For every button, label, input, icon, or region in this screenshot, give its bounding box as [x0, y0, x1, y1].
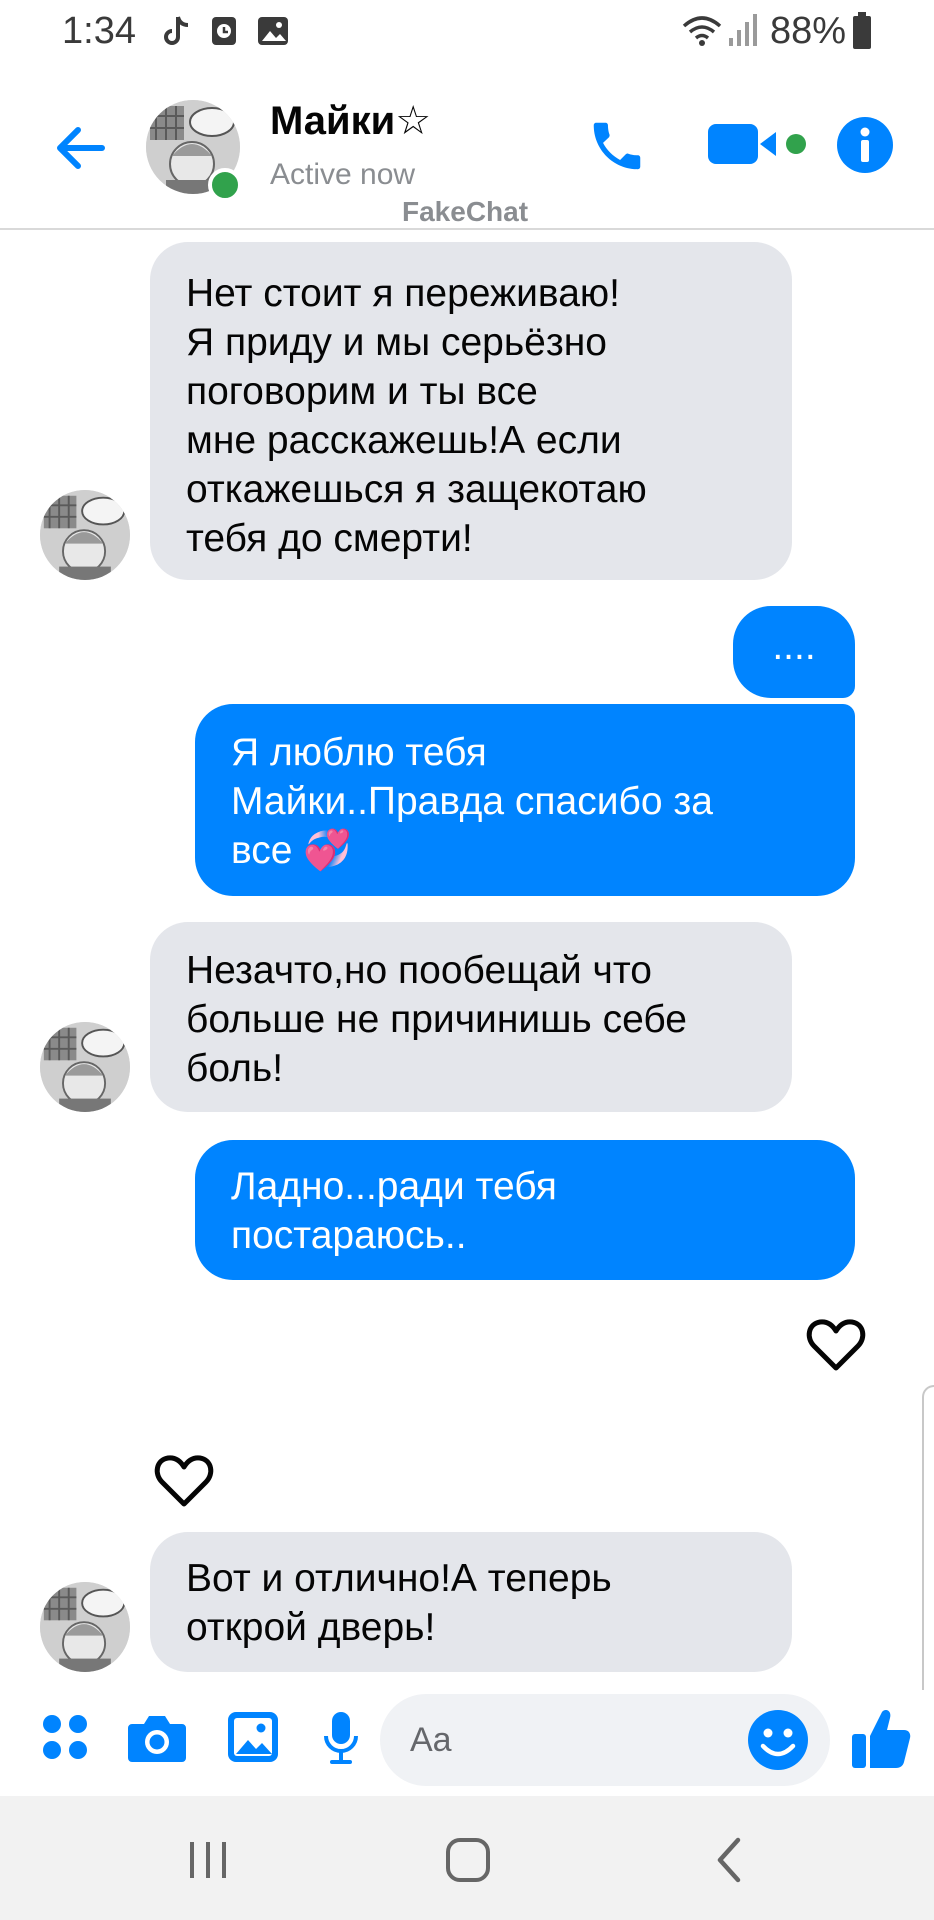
watermark: FakeChat — [402, 196, 529, 227]
message-text: открой дверь! — [186, 1606, 436, 1649]
sender-avatar[interactable] — [40, 1022, 130, 1112]
message-text: постараюсь.. — [231, 1214, 467, 1257]
conversation-header: Майки☆ Active now FakeChat — [0, 64, 934, 230]
recent-apps-icon[interactable] — [168, 1832, 248, 1888]
message-text: Нет стоит я переживаю! — [186, 272, 620, 315]
message-text: Ладно...ради тебя — [231, 1165, 557, 1208]
message-text: тебя до смерти! — [186, 517, 473, 560]
message-text: Я приду и мы серьёзно — [186, 321, 607, 364]
apps-menu-icon[interactable] — [40, 1712, 90, 1767]
back-arrow-icon[interactable] — [50, 118, 110, 178]
battery-percent: 88% — [770, 10, 847, 52]
battery-icon — [852, 12, 872, 55]
image-icon — [256, 14, 290, 53]
message-text: Майки..Правда спасибо за — [231, 780, 713, 823]
alarm-icon — [210, 14, 238, 53]
scrollbar[interactable] — [922, 1385, 934, 1719]
phone-call-icon[interactable] — [586, 114, 648, 183]
heart-reaction-icon[interactable] — [154, 1452, 214, 1508]
contact-name[interactable]: Майки☆ — [270, 98, 431, 144]
message-text: откажешься я защекотаю — [186, 468, 647, 511]
emoji-icon[interactable] — [746, 1708, 810, 1777]
status-bar: 1:34 88% — [0, 0, 934, 64]
message-text: Вот и отлично!А теперь — [186, 1557, 612, 1600]
message-bubble-incoming[interactable]: Вот и отлично!А теперь открой дверь! — [150, 1532, 792, 1672]
message-text: поговорим и ты все — [186, 370, 538, 413]
sender-avatar[interactable] — [40, 490, 130, 580]
wifi-icon — [680, 12, 724, 53]
message-text: .... — [772, 625, 816, 668]
info-icon[interactable] — [836, 116, 894, 179]
message-bubble-incoming[interactable]: Нет стоит я переживаю! Я приду и мы серь… — [150, 242, 792, 580]
thumbs-up-icon[interactable] — [850, 1706, 912, 1775]
signal-icon — [728, 12, 758, 53]
video-call-icon[interactable] — [706, 120, 808, 173]
system-nav-bar — [0, 1796, 934, 1920]
back-nav-icon[interactable] — [690, 1832, 770, 1888]
status-time: 1:34 — [62, 10, 136, 52]
contact-status: Active now — [270, 158, 416, 191]
message-bubble-incoming[interactable]: Незачто,но пообещай что больше не причин… — [150, 922, 792, 1112]
gallery-icon[interactable] — [226, 1710, 280, 1769]
home-icon[interactable] — [428, 1832, 508, 1888]
message-bubble-outgoing[interactable]: Я люблю тебя Майки..Правда спасибо за вс… — [195, 704, 855, 896]
message-bubble-outgoing[interactable]: Ладно...ради тебя постараюсь.. — [195, 1140, 855, 1280]
heart-reaction-icon[interactable] — [806, 1316, 866, 1372]
message-text: все 💞 — [231, 829, 352, 872]
camera-icon[interactable] — [126, 1712, 188, 1769]
tiktok-icon — [160, 14, 192, 55]
message-text: боль! — [186, 1047, 284, 1090]
microphone-icon[interactable] — [322, 1710, 360, 1771]
message-text: больше не причинишь себе — [186, 998, 687, 1041]
message-text: мне расскажешь!А если — [186, 419, 622, 462]
sender-avatar[interactable] — [40, 1582, 130, 1672]
online-indicator — [208, 168, 242, 202]
message-text: Незачто,но пообещай что — [186, 949, 652, 992]
message-bubble-outgoing[interactable]: .... — [733, 606, 855, 698]
message-text: Я люблю тебя — [231, 731, 487, 774]
